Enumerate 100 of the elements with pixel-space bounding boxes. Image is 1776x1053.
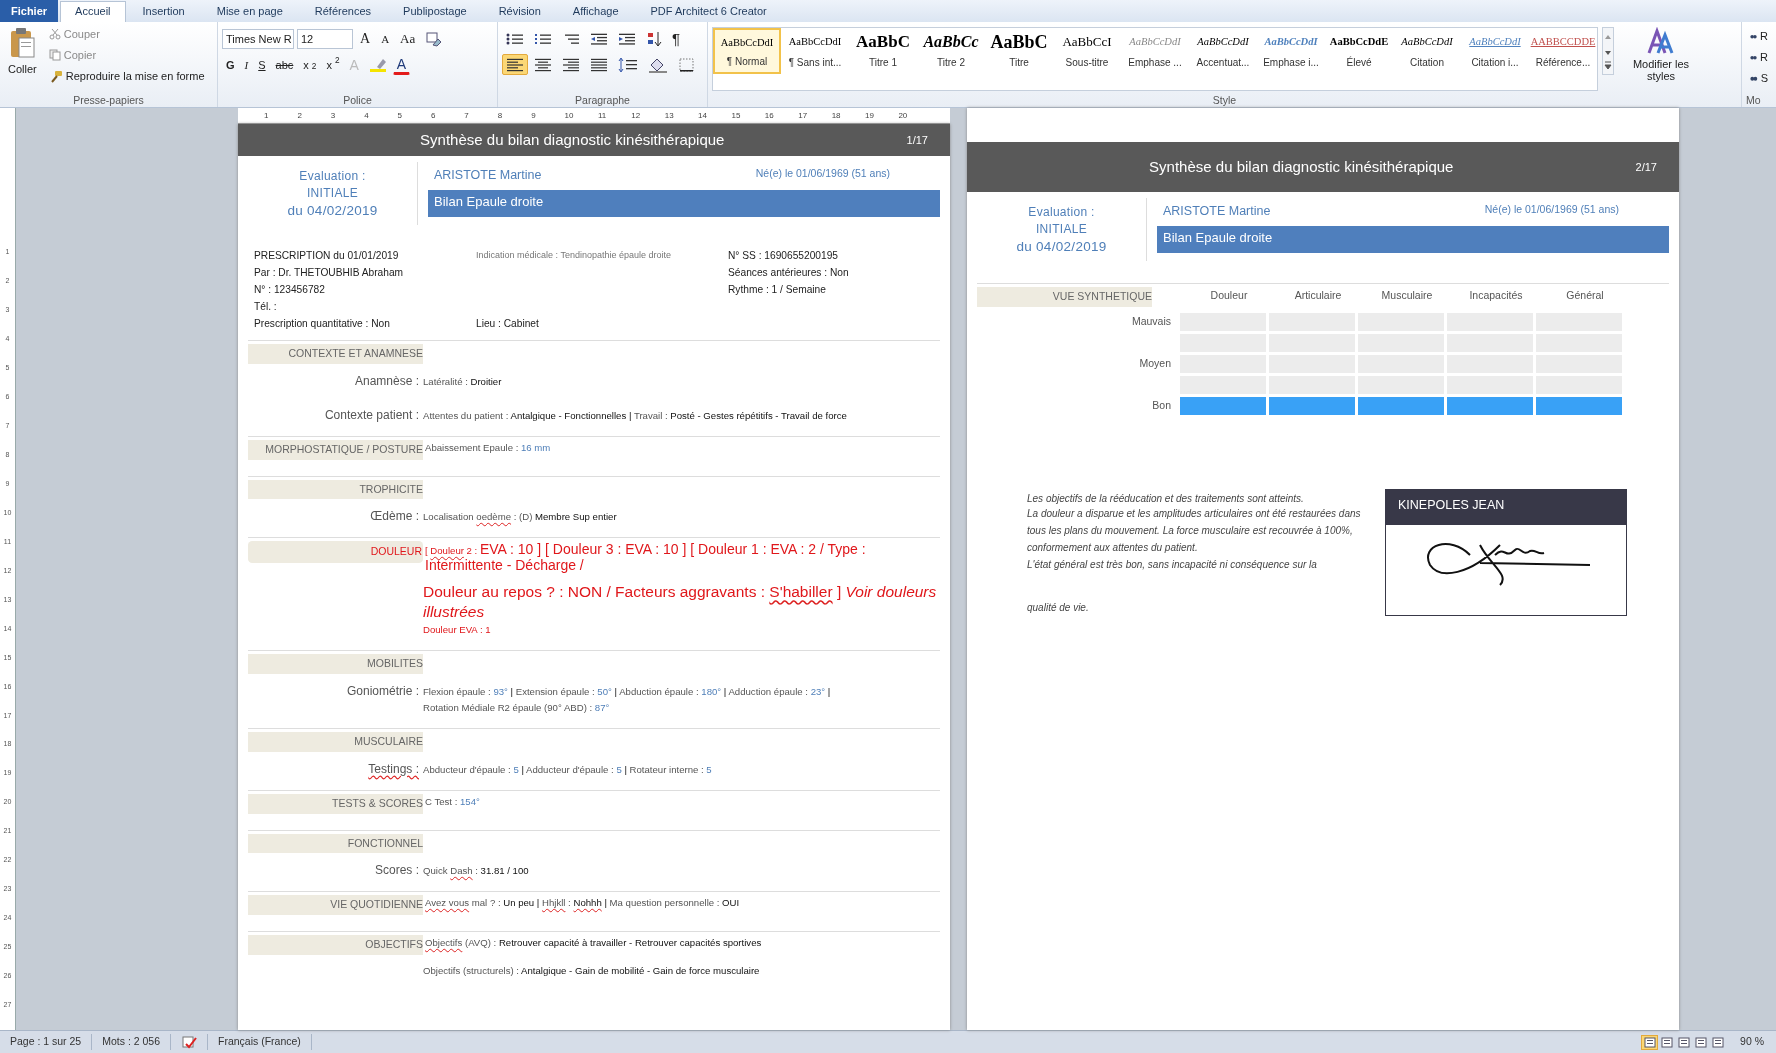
zoom-level[interactable]: 90 % — [1726, 1034, 1776, 1050]
field-value: Douleur EVA : 1 — [423, 623, 492, 638]
style-gallery-item[interactable]: AaBbCcDdI Emphase ... — [1121, 28, 1189, 74]
underline-button[interactable]: S — [254, 56, 270, 74]
highlighter-icon[interactable] — [368, 57, 387, 73]
style-gallery-item[interactable]: AaBbCcDdI Citation — [1393, 28, 1461, 74]
page-number: 2/17 — [1635, 159, 1658, 175]
borders-icon[interactable] — [678, 56, 696, 73]
page-title: Synthèse du bilan diagnostic kinésithérapique — [419, 129, 726, 150]
style-gallery-item[interactable]: AaBbCcDdI ¶ Sans int... — [781, 28, 849, 74]
style-gallery-item[interactable]: AaBbCcDdI Emphase i... — [1257, 28, 1325, 74]
grow-font-button[interactable]: A — [356, 30, 375, 48]
language-indicator[interactable]: Français (France) — [208, 1034, 312, 1050]
subscript-button[interactable]: x$_{2}$ — [299, 56, 321, 74]
ribbon-tab[interactable]: Affichage — [557, 1, 634, 22]
section-title: TESTS & SCORES — [248, 793, 423, 814]
ribbon-tab[interactable]: Fichier — [0, 0, 59, 22]
column-header: Musculaire — [1380, 288, 1434, 303]
format-painter-button[interactable]: Reproduire la mise en forme — [44, 67, 209, 85]
view-icon[interactable] — [1677, 1036, 1690, 1048]
style-gallery-item[interactable]: AaBbC Titre — [985, 28, 1053, 74]
ruler-number: 15 — [731, 109, 742, 122]
bullet-list-icon[interactable] — [506, 31, 524, 47]
field-value: Rotation Médiale R2 épaule (90° ABD) : 87° — [423, 701, 611, 715]
style-gallery-item[interactable]: AaBbCcDdE Élevé — [1325, 28, 1393, 74]
prescription-line: Prescription quantitative : Non — [254, 317, 391, 331]
font-name-field[interactable]: Times New R — [222, 29, 294, 49]
justify-icon[interactable] — [590, 56, 608, 73]
section-title: DOULEUR — [248, 541, 423, 563]
style-gallery-item[interactable]: AaBbCc Titre 2 — [917, 28, 985, 74]
ruler-number: 18 — [831, 109, 842, 122]
ribbon-tab[interactable]: Accueil — [60, 1, 126, 22]
style-gallery-item[interactable]: AaBbCcDdI Citation i... — [1461, 28, 1529, 74]
column-header: Général — [1565, 288, 1605, 303]
italic-button[interactable]: I — [240, 56, 253, 74]
ribbon-tab[interactable]: Références — [299, 1, 387, 22]
ribbon-tab[interactable]: Mise en page — [201, 1, 298, 22]
ruler-number: 3 — [330, 109, 337, 122]
view-icon[interactable] — [1643, 1036, 1656, 1048]
ribbon-tab[interactable]: Insertion — [127, 1, 200, 22]
word-count[interactable]: Mots : 2 056 — [92, 1034, 171, 1050]
field-value: Abducteur d'épaule : 5 | Adducteur d'épaule : 5 | Rotateur interne : 5 — [423, 762, 713, 777]
section-title: CONTEXTE ET ANAMNESE — [248, 344, 423, 364]
field-label: Testings : — [368, 761, 419, 776]
conclusion-text: La douleur a disparue et les amplitudes articulaires ont été restaurées dans tous les plans du mouvement. La force musculaire est recouvrée à 100%, conformement aux attentes du patient. — [1027, 506, 1362, 555]
prescription-line: Tél. : — [254, 300, 278, 314]
page-number: 1/17 — [906, 132, 929, 148]
ruler-number: 16 — [764, 109, 775, 122]
birth-date: Né(e) le 01/06/1969 (51 ans) — [1484, 202, 1619, 217]
style-gallery-item[interactable]: AABBCCDDE Référence... — [1529, 28, 1597, 74]
section-title: MUSCULAIRE — [248, 732, 423, 752]
ruler-number: 11 — [597, 109, 608, 122]
font-color-button[interactable]: A — [392, 55, 411, 75]
style-gallery-item[interactable]: AaBbCcDdI Accentuat... — [1189, 28, 1257, 74]
indication-text: Indication médicale : Tendinopathie épaule droite — [476, 249, 672, 262]
ribbon-tab[interactable]: Révision — [483, 1, 556, 22]
scissors-icon — [48, 28, 61, 40]
style-gallery-item[interactable]: AaBbC Titre 1 — [849, 28, 917, 74]
decrease-indent-icon[interactable] — [590, 31, 608, 47]
proofing-icon[interactable] — [181, 1035, 197, 1050]
line-spacing-icon[interactable] — [618, 56, 638, 73]
group-title: Mo — [1746, 93, 1762, 107]
gallery-scroll-icon[interactable] — [1602, 27, 1614, 75]
superscript-button[interactable]: x$^{2}$ — [322, 56, 344, 74]
change-case-button[interactable]: Aa — [396, 30, 420, 48]
ruler-number: 8 — [497, 109, 504, 122]
view-icon[interactable] — [1711, 1036, 1724, 1048]
view-icon[interactable] — [1694, 1036, 1707, 1048]
editing-button[interactable]: S — [1746, 69, 1772, 87]
style-gallery-item[interactable]: AaBbCcDdI ¶ Normal — [713, 28, 781, 74]
strikethrough-button[interactable]: abc — [271, 56, 298, 74]
eraser-icon[interactable] — [426, 31, 443, 47]
bilan-title: Bilan Epaule droite — [428, 189, 940, 218]
align-right-icon[interactable] — [562, 56, 580, 73]
style-gallery-item[interactable]: AaBbCcI Sous-titre — [1053, 28, 1121, 74]
section-title: MOBILITES — [248, 654, 423, 674]
view-icon[interactable] — [1660, 1036, 1673, 1048]
align-center-icon[interactable] — [534, 56, 552, 73]
field-label: Scores : — [375, 863, 419, 878]
ribbon-tab[interactable]: Publipostage — [388, 1, 482, 22]
numbered-list-icon[interactable] — [534, 31, 552, 47]
cut-button[interactable]: Couper — [44, 25, 209, 43]
conclusion-text: Les objectifs de la rééducation et des traitements sont atteints. — [1027, 492, 1305, 505]
show-marks-button[interactable]: ¶ — [668, 30, 685, 48]
ribbon-tab[interactable]: PDF Architect 6 Creator — [635, 1, 782, 22]
font-size-field[interactable]: 12 — [297, 29, 353, 49]
page-indicator[interactable]: Page : 1 sur 25 — [0, 1034, 93, 1050]
prescription-line: Rythme : 1 / Semaine — [728, 283, 827, 297]
change-styles-button[interactable]: Modifier les styles — [1624, 25, 1698, 84]
align-left-icon[interactable] — [506, 56, 524, 73]
brush-icon — [48, 69, 63, 83]
editing-button[interactable]: R — [1746, 48, 1772, 66]
editing-button[interactable]: R — [1746, 27, 1772, 45]
column-header: Douleur — [1209, 288, 1249, 303]
bold-button[interactable]: G — [222, 56, 239, 74]
shrink-font-button[interactable]: A — [377, 30, 394, 48]
paste-button[interactable]: Coller — [4, 25, 41, 78]
sort-icon[interactable] — [646, 31, 662, 47]
field-label: Goniométrie : — [346, 684, 419, 698]
increase-indent-icon[interactable] — [618, 31, 636, 47]
